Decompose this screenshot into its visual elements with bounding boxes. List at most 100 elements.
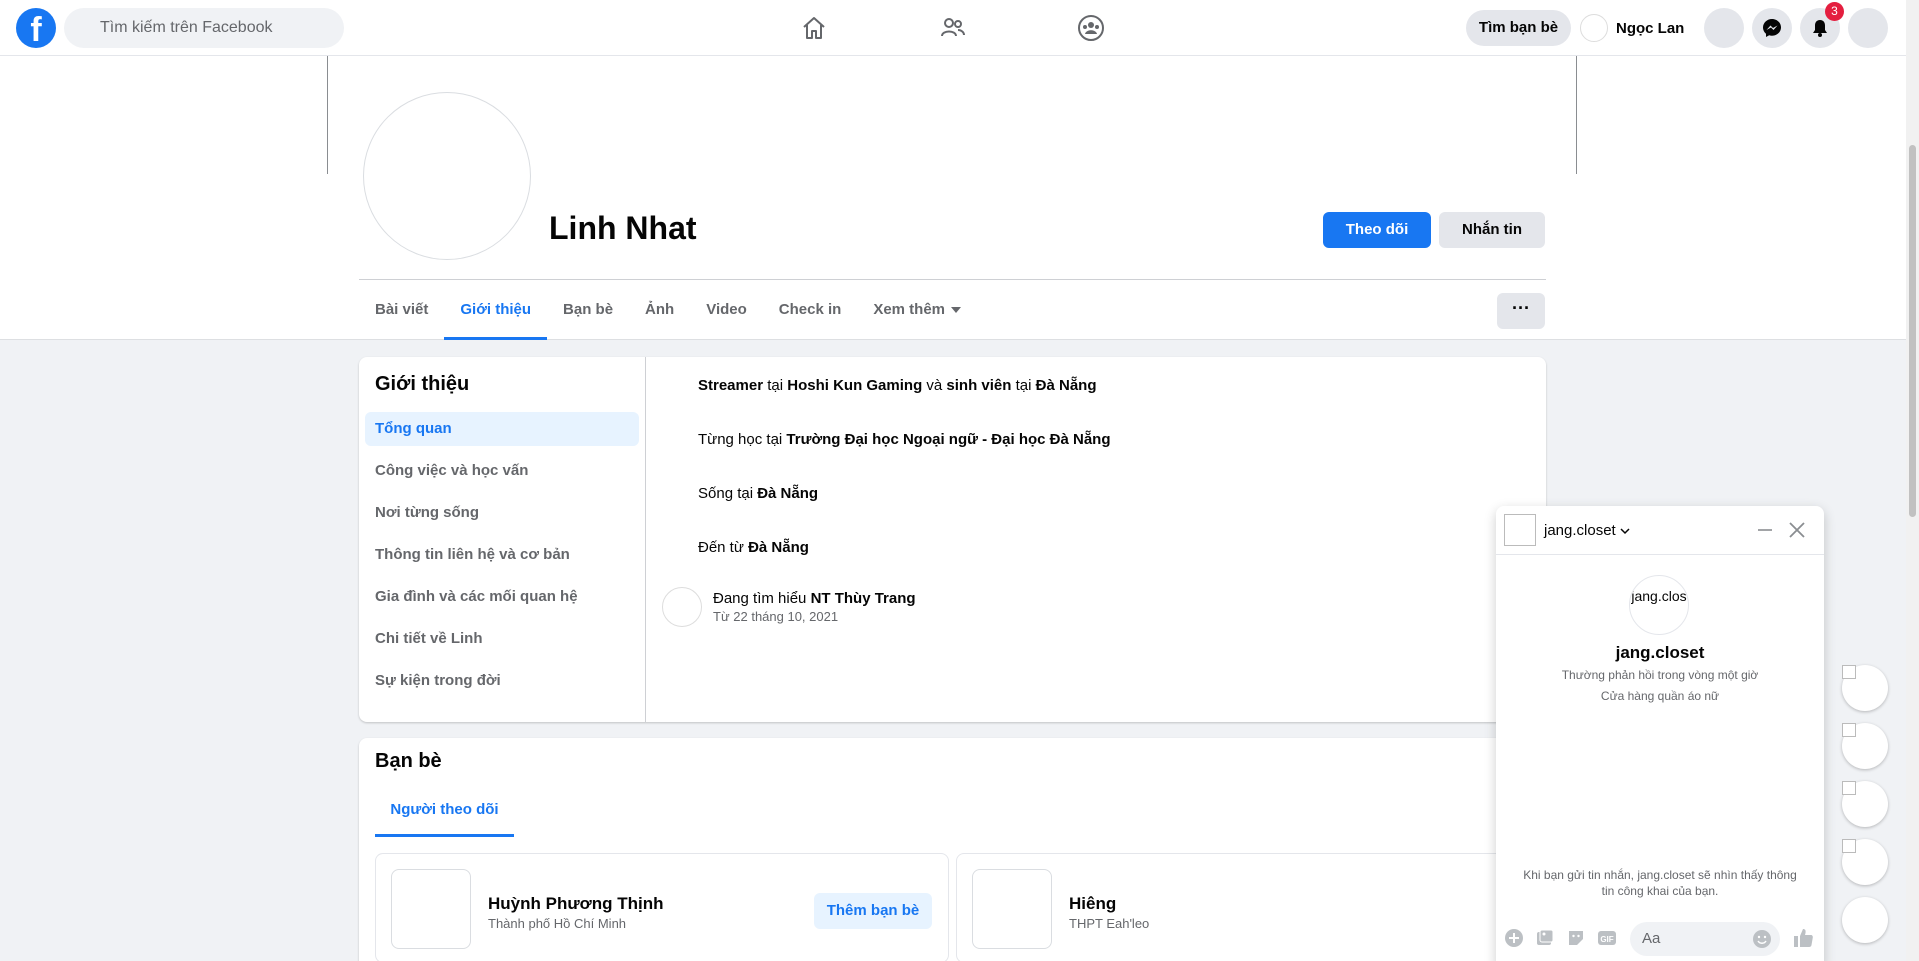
about-sidebar: Giới thiệu Tổng quan Công việc và học vấ… (359, 357, 646, 722)
tab-posts[interactable]: Bài viết (359, 280, 444, 340)
plus-icon[interactable] (1504, 928, 1524, 948)
study-place[interactable]: Đà Nẵng (1036, 377, 1097, 394)
scrollbar-thumb[interactable] (1909, 145, 1916, 517)
gif-icon[interactable]: GIF (1597, 928, 1617, 948)
cover-edge-left (327, 56, 328, 174)
tab-friends[interactable]: Bạn bè (547, 280, 629, 340)
chat-head-bubble[interactable] (1842, 665, 1888, 711)
chat-avatar[interactable] (1504, 514, 1536, 546)
about-item-work-education[interactable]: Công việc và học vấn (365, 454, 639, 488)
add-friend-button[interactable]: Thêm bạn bè (814, 893, 932, 929)
study-title: sinh viên (946, 377, 1012, 394)
chat-privacy-note: Khi bạn gửi tin nhắn, jang.closet sẽ nhì… (1523, 868, 1797, 898)
notifications-button[interactable]: 3 (1800, 2, 1844, 48)
emoji-icon[interactable] (1752, 929, 1772, 949)
top-navigation-bar: f Tìm kiếm trên Facebook Tìm bạn bè Ngọc… (0, 0, 1906, 56)
chat-head-bubble[interactable] (1842, 839, 1888, 885)
chat-profile-name[interactable]: jang.closet (1496, 643, 1824, 663)
tab-check-ins[interactable]: Check in (763, 280, 858, 340)
notification-badge: 3 (1825, 2, 1844, 21)
relationship-since: Từ 22 tháng 10, 2021 (713, 609, 839, 624)
page-scrollbar[interactable] (1906, 0, 1919, 961)
tab-more-label: Xem thêm (873, 301, 946, 318)
friend-name[interactable]: Hiêng (1069, 894, 1116, 914)
profile-header: Linh Nhat Theo dõi Nhắn tin Bài viết Giớ… (0, 56, 1906, 340)
chat-contact-name[interactable]: jang.closet (1544, 522, 1630, 539)
tab-about[interactable]: Giới thiệu (444, 280, 547, 340)
follow-button[interactable]: Theo dõi (1323, 212, 1431, 248)
about-item-details[interactable]: Chi tiết về Linh (365, 622, 639, 656)
friends-title: Bạn bè (375, 750, 442, 772)
search-input[interactable]: Tìm kiếm trên Facebook (64, 8, 344, 48)
photo-icon[interactable] (1535, 928, 1555, 948)
facebook-logo-glyph: f (30, 11, 42, 48)
cover-edge-right (1576, 56, 1577, 174)
close-icon[interactable] (1785, 518, 1809, 542)
work-place[interactable]: Hoshi Kun Gaming (787, 377, 922, 394)
avatar (1842, 723, 1856, 737)
work-text: và (922, 377, 947, 394)
avatar (1842, 781, 1856, 795)
more-options-button[interactable]: ··· (1497, 293, 1545, 329)
friend-photo[interactable] (972, 869, 1052, 949)
school-line: Từng học tại Trường Đại học Ngoại ngữ - … (698, 431, 1111, 448)
relationship-link[interactable]: NT Thùy Trang (811, 590, 916, 607)
chat-message-input[interactable]: Aa (1630, 922, 1780, 956)
tab-more[interactable]: Xem thêm (857, 280, 977, 340)
user-profile-link[interactable]: Ngọc Lan (1580, 10, 1684, 46)
chat-composer: GIF Aa (1496, 916, 1824, 960)
avatar (1842, 665, 1856, 679)
like-icon[interactable] (1792, 927, 1814, 949)
tab-photos[interactable]: Ảnh (629, 280, 690, 340)
profile-picture[interactable] (363, 92, 531, 260)
chat-window: jang.closet jang.clos jang.closet Thường… (1496, 506, 1824, 961)
chat-head-bubble[interactable] (1842, 781, 1888, 827)
work-title[interactable]: Streamer (698, 377, 763, 394)
message-button[interactable]: Nhắn tin (1439, 212, 1545, 248)
home-icon[interactable] (794, 8, 834, 48)
friend-photo[interactable] (391, 869, 471, 949)
work-text: tại (1011, 377, 1036, 394)
about-card: Giới thiệu Tổng quan Công việc và học vấ… (359, 357, 1546, 722)
relationship-text: Đang tìm hiểu (713, 590, 811, 607)
about-menu: Tổng quan Công việc và học vấn Nơi từng … (365, 412, 639, 706)
hometown-link[interactable]: Đà Nẵng (748, 539, 809, 556)
about-item-overview[interactable]: Tổng quan (365, 412, 639, 446)
friends-icon[interactable] (933, 8, 973, 48)
school-text: Từng học tại (698, 431, 787, 448)
about-item-places[interactable]: Nơi từng sống (365, 496, 639, 530)
friend-school: THPT Eah'leo (1069, 916, 1150, 931)
caret-down-icon (951, 307, 962, 314)
account-button[interactable] (1848, 8, 1888, 48)
profile-name: Linh Nhat (549, 210, 697, 246)
relationship-avatar[interactable] (662, 587, 702, 627)
groups-icon[interactable] (1071, 8, 1111, 48)
current-city-link[interactable]: Đà Nẵng (757, 485, 818, 502)
friend-name[interactable]: Huỳnh Phương Thịnh (488, 894, 663, 914)
chat-header[interactable]: jang.closet (1496, 506, 1824, 555)
user-name: Ngọc Lan (1616, 19, 1685, 37)
chat-profile-avatar[interactable]: jang.clos (1629, 575, 1689, 635)
friend-location: Thành phố Hồ Chí Minh (488, 916, 627, 931)
avatar (1842, 839, 1856, 853)
sticker-icon[interactable] (1566, 928, 1586, 948)
messenger-icon (1763, 19, 1781, 37)
menu-button[interactable] (1704, 8, 1744, 48)
school-link[interactable]: Trường Đại học Ngoại ngữ - Đại học Đà Nẵ… (786, 431, 1110, 448)
tab-videos[interactable]: Video (690, 280, 763, 340)
profile-tabs: Bài viết Giới thiệu Bạn bè Ảnh Video Che… (359, 280, 977, 340)
friend-item: Hiêng THPT Eah'leo (956, 853, 1530, 961)
minimize-icon[interactable] (1755, 520, 1775, 540)
messenger-button[interactable] (1752, 8, 1792, 48)
relationship-line: Đang tìm hiểu NT Thùy Trang (713, 590, 916, 607)
hometown-line: Đến từ Đà Nẵng (698, 539, 809, 556)
find-friends-button[interactable]: Tìm bạn bè (1466, 10, 1571, 46)
facebook-logo[interactable]: f (16, 8, 56, 48)
tab-followers[interactable]: Người theo dõi (375, 785, 514, 837)
chat-head-bubble[interactable] (1842, 723, 1888, 769)
about-item-life-events[interactable]: Sự kiện trong đời (365, 664, 639, 698)
about-item-family[interactable]: Gia đình và các mối quan hệ (365, 580, 639, 614)
new-message-button[interactable] (1842, 897, 1888, 943)
about-item-contact[interactable]: Thông tin liên hệ và cơ bản (365, 538, 639, 572)
current-city-line: Sống tại Đà Nẵng (698, 485, 818, 502)
